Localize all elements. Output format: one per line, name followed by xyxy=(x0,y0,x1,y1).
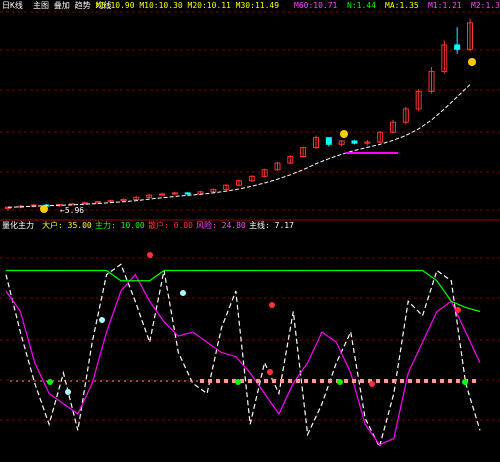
signal-dot xyxy=(472,379,476,383)
signal-dot xyxy=(416,379,420,383)
candle-body xyxy=(351,140,358,144)
signal-dot xyxy=(456,379,460,383)
marker-icon xyxy=(340,130,348,138)
signal-dot xyxy=(440,379,444,383)
signal-dot xyxy=(320,379,324,383)
signal-marker xyxy=(180,290,186,296)
candlestick-series xyxy=(5,18,473,211)
signal-dot xyxy=(296,379,300,383)
signal-dot xyxy=(352,379,356,383)
signal-marker xyxy=(65,389,71,395)
signal-marker xyxy=(235,379,241,385)
indicator-line xyxy=(6,269,481,313)
price-annotation: ←5.96 xyxy=(60,206,84,215)
signal-dot xyxy=(360,379,364,383)
signal-dot xyxy=(384,379,388,383)
signal-dot xyxy=(344,379,348,383)
signal-marker xyxy=(47,379,53,385)
signal-marker xyxy=(455,307,461,313)
ma-line xyxy=(7,84,471,208)
signal-dot xyxy=(392,379,396,383)
signal-dot xyxy=(216,379,220,383)
signal-dot xyxy=(272,379,276,383)
indicator-series xyxy=(5,252,481,449)
indicator-line xyxy=(5,263,481,449)
signal-dot xyxy=(224,379,228,383)
signal-dot xyxy=(432,379,436,383)
signal-marker xyxy=(337,379,343,385)
grid-lines xyxy=(0,11,500,421)
candle-body xyxy=(454,44,461,50)
signal-dot xyxy=(312,379,316,383)
marker-icon xyxy=(468,58,476,66)
signal-dot xyxy=(400,379,404,383)
stock-chart: ←5.96 xyxy=(0,11,500,449)
signal-dot xyxy=(208,379,212,383)
ma-line-series xyxy=(7,84,471,208)
signal-marker xyxy=(462,379,468,385)
signal-dot xyxy=(264,379,268,383)
signal-dot xyxy=(280,379,284,383)
signal-marker xyxy=(369,381,375,387)
signal-dot xyxy=(200,379,204,383)
signal-dot xyxy=(248,379,252,383)
signal-dot xyxy=(408,379,412,383)
signal-marker xyxy=(267,369,273,375)
candle-body xyxy=(184,192,191,195)
signal-marker xyxy=(99,317,105,323)
signal-dot xyxy=(328,379,332,383)
signal-dot xyxy=(256,379,260,383)
signal-dot xyxy=(424,379,428,383)
indicator-line xyxy=(5,273,481,446)
signal-marker xyxy=(269,302,275,308)
annotations: ←5.96 xyxy=(40,58,476,215)
candle-body xyxy=(325,137,332,145)
signal-dot xyxy=(376,379,380,383)
signal-marker xyxy=(147,252,153,258)
signal-dot xyxy=(304,379,308,383)
signal-dot xyxy=(448,379,452,383)
signal-dot xyxy=(288,379,292,383)
marker-icon xyxy=(40,205,48,213)
